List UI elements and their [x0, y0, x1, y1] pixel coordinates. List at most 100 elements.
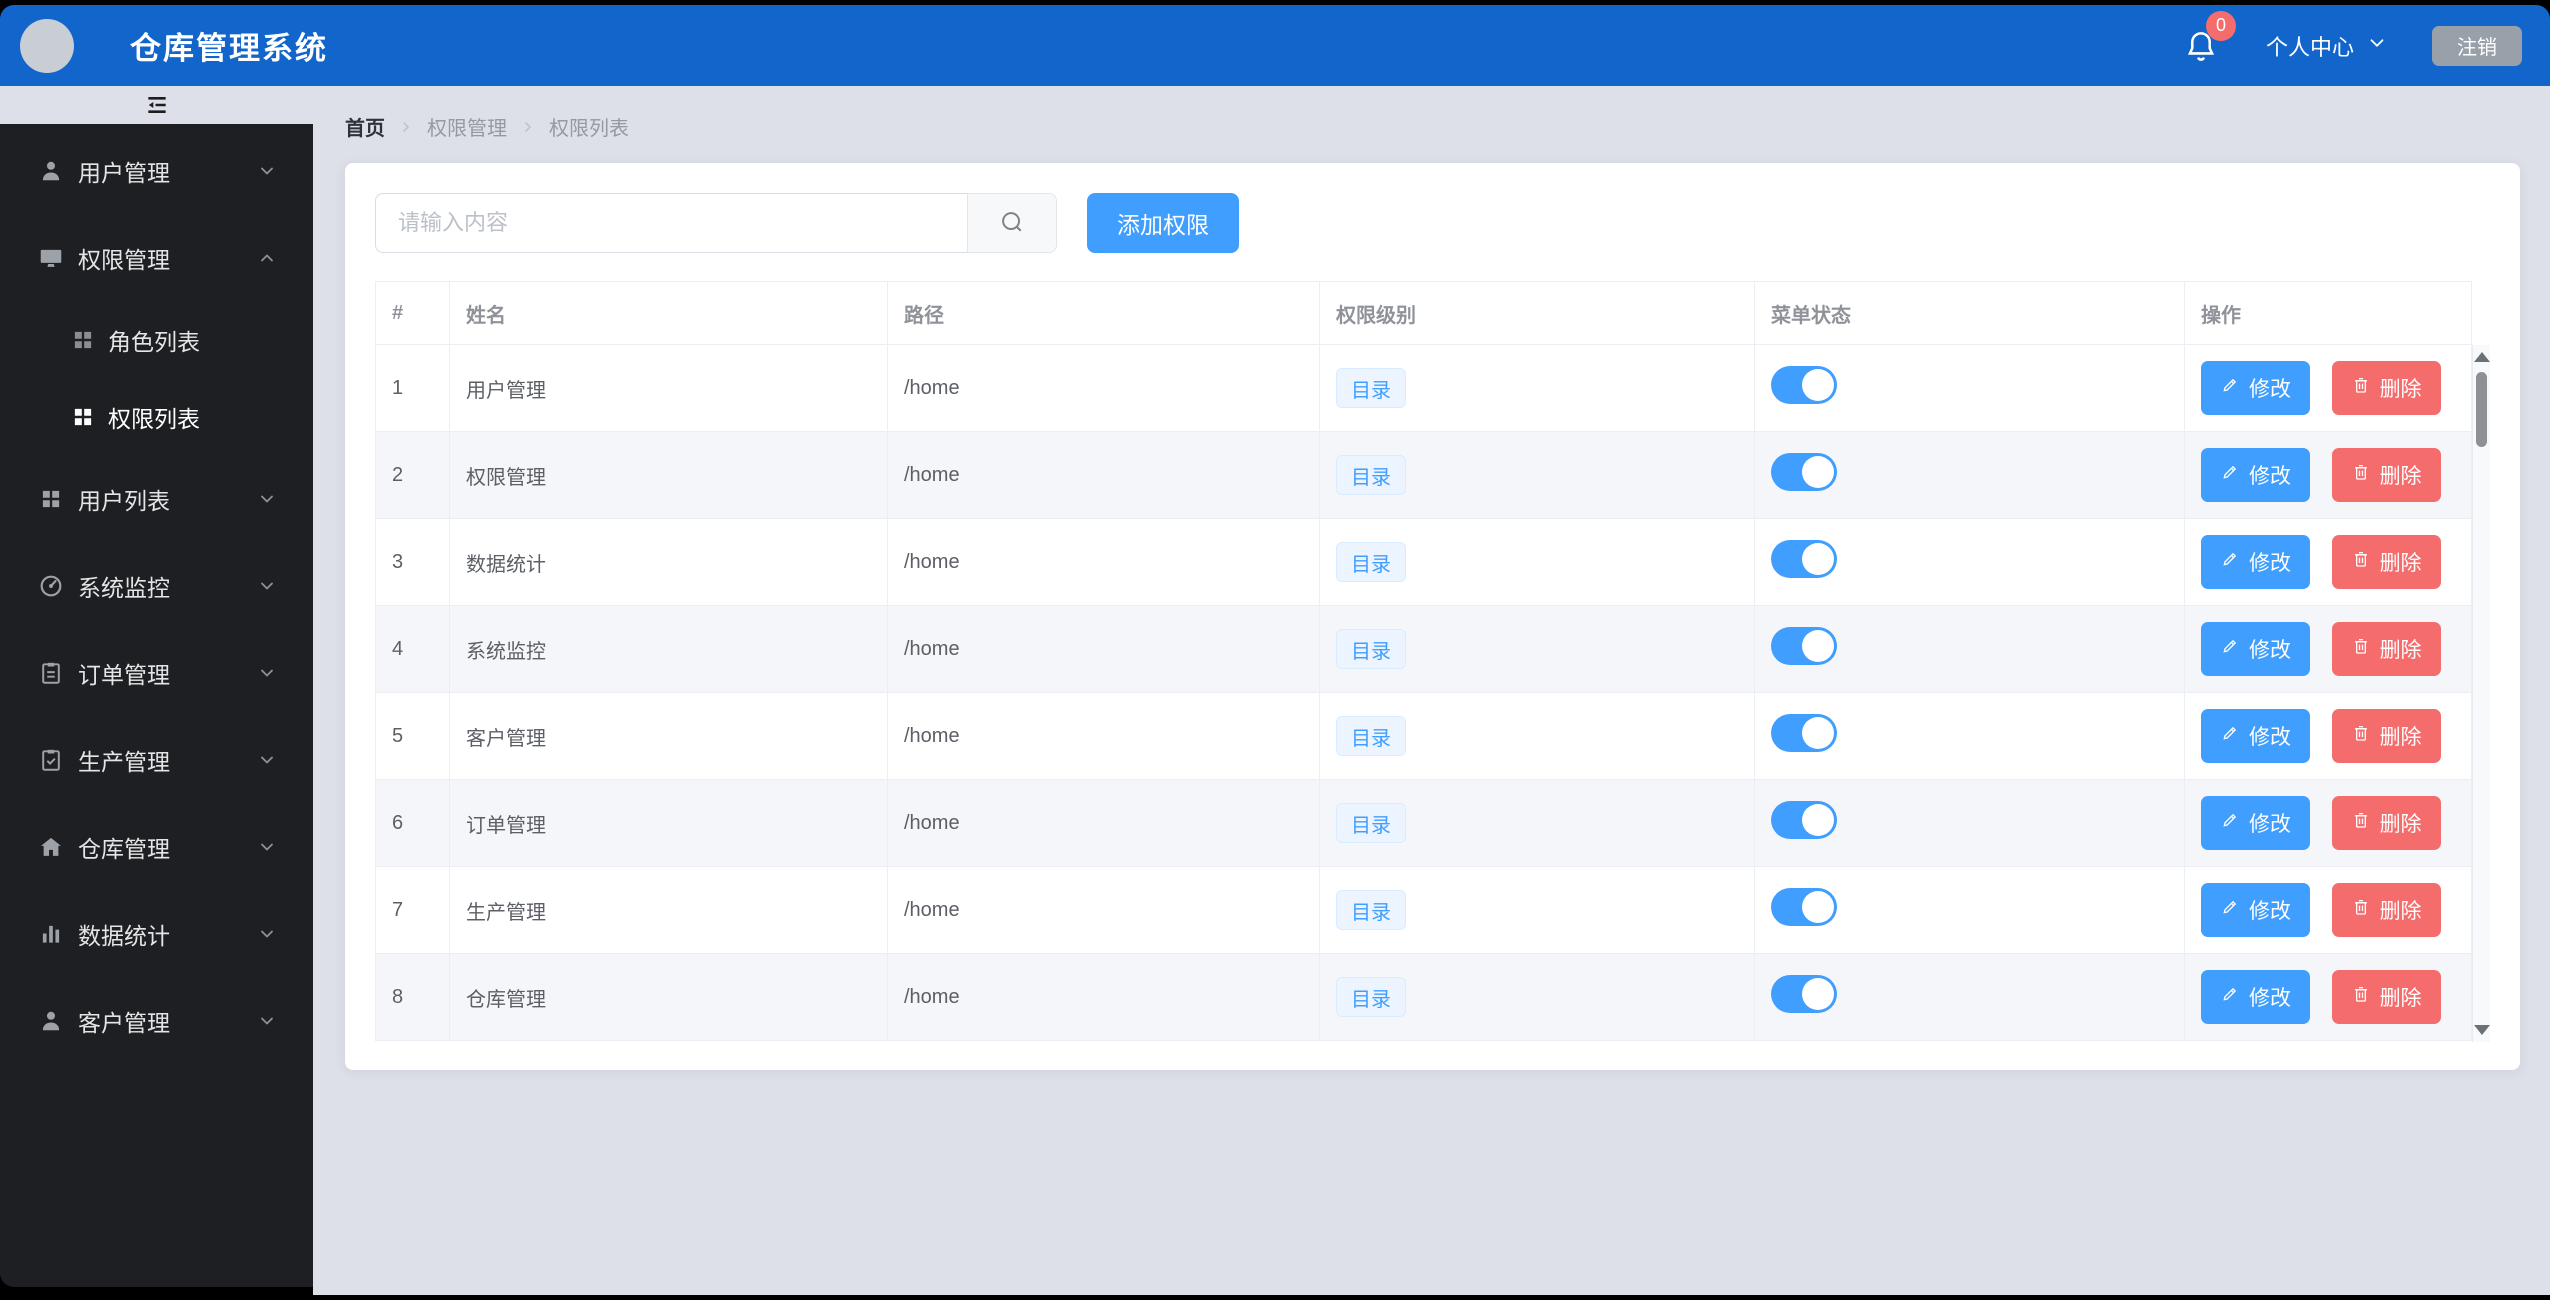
chevron-down-icon: [257, 924, 277, 944]
menu-status-toggle[interactable]: [1771, 540, 1837, 578]
bell-icon: [2182, 31, 2220, 71]
row-index: 5: [375, 692, 450, 780]
edit-button[interactable]: 修改: [2201, 796, 2310, 850]
user-icon: [38, 158, 64, 184]
edit-button-label: 修改: [2249, 726, 2291, 749]
sidebar-item-system-monitor[interactable]: 系统监控: [0, 542, 313, 629]
table-row: 2 权限管理 /home 目录 修改 删除: [375, 431, 2472, 519]
edit-button-label: 修改: [2249, 378, 2291, 401]
breadcrumb: 首页 权限管理 权限列表: [345, 112, 2520, 141]
sidebar-item-warehouse-management[interactable]: 仓库管理: [0, 803, 313, 890]
collapse-sidebar-icon[interactable]: [144, 92, 170, 118]
edit-pencil-icon: [2220, 723, 2240, 749]
delete-button[interactable]: 删除: [2331, 361, 2441, 415]
menu-status-toggle[interactable]: [1771, 801, 1837, 839]
trash-icon: [2351, 462, 2371, 488]
delete-button[interactable]: 删除: [2331, 448, 2441, 502]
delete-button[interactable]: 删除: [2331, 622, 2441, 676]
level-tag: 目录: [1336, 368, 1406, 408]
sidebar-item-user-management[interactable]: 用户管理: [0, 127, 313, 214]
sidebar-item-label: 生产管理: [78, 748, 170, 775]
menu-status-toggle[interactable]: [1771, 888, 1837, 926]
edit-button[interactable]: 修改: [2201, 970, 2310, 1024]
add-permission-button[interactable]: 添加权限: [1087, 193, 1239, 253]
table-scrollbar[interactable]: [2472, 345, 2490, 1042]
edit-button[interactable]: 修改: [2201, 361, 2310, 415]
top-header: 仓库管理系统 0 个人中心 注销: [0, 5, 2550, 86]
sidebar-item-customer-management[interactable]: 客户管理: [0, 977, 313, 1064]
delete-button[interactable]: 删除: [2331, 796, 2441, 850]
sidebar-subitem-permission-list[interactable]: 权限列表: [0, 378, 313, 455]
topbar-right: 0 个人中心 注销: [2182, 10, 2522, 67]
delete-button[interactable]: 删除: [2331, 970, 2441, 1024]
menu-status-toggle[interactable]: [1771, 453, 1837, 491]
logout-button[interactable]: 注销: [2432, 25, 2522, 66]
edit-button[interactable]: 修改: [2201, 622, 2310, 676]
sidebar-subitem-role-list[interactable]: 角色列表: [0, 301, 313, 378]
content-card: 添加权限 # 姓名 路径 权限级别 菜单状: [345, 163, 2520, 1070]
permission-name: 用户管理: [449, 344, 888, 432]
sidebar-item-label: 仓库管理: [78, 835, 170, 862]
edit-button-label: 修改: [2249, 813, 2291, 836]
delete-button-label: 删除: [2379, 465, 2422, 488]
sidebar-top-strip: [0, 86, 313, 124]
trash-icon: [2351, 375, 2371, 401]
delete-button[interactable]: 删除: [2331, 709, 2441, 763]
column-header-actions: 操作: [2184, 281, 2472, 345]
sidebar-item-production-management[interactable]: 生产管理: [0, 716, 313, 803]
edit-button-label: 修改: [2249, 465, 2291, 488]
permission-path: /home: [887, 431, 1320, 519]
sidebar-item-label: 用户列表: [78, 487, 170, 514]
bar-chart-icon: [38, 921, 64, 947]
breadcrumb-item: 权限管理: [427, 118, 507, 140]
edit-button[interactable]: 修改: [2201, 448, 2310, 502]
chevron-down-icon: [257, 161, 277, 181]
menu-status-toggle[interactable]: [1771, 714, 1837, 752]
menu-status-toggle[interactable]: [1771, 366, 1837, 404]
table-row: 1 用户管理 /home 目录 修改 删除: [375, 344, 2472, 432]
level-tag: 目录: [1336, 455, 1406, 495]
edit-pencil-icon: [2220, 984, 2240, 1010]
sidebar-item-user-list[interactable]: 用户列表: [0, 455, 313, 542]
delete-button[interactable]: 删除: [2331, 535, 2441, 589]
sidebar-item-data-statistics[interactable]: 数据统计: [0, 890, 313, 977]
row-index: 3: [375, 518, 450, 606]
scroll-down-arrow[interactable]: [2473, 1025, 2490, 1035]
table-body: 1 用户管理 /home 目录 修改 删除 2 权限管理 /home 目录 修改…: [375, 344, 2472, 1041]
menu-status-toggle[interactable]: [1771, 975, 1837, 1013]
trash-icon: [2351, 897, 2371, 923]
user-center-dropdown[interactable]: 个人中心: [2266, 30, 2388, 62]
search-button[interactable]: [967, 193, 1057, 253]
toggle-knob: [1802, 543, 1834, 575]
user-center-label: 个人中心: [2265, 34, 2354, 60]
delete-button-label: 删除: [2379, 987, 2422, 1010]
breadcrumb-home[interactable]: 首页: [345, 112, 385, 141]
menu-status-toggle[interactable]: [1771, 627, 1837, 665]
notification-bell[interactable]: 0: [2182, 10, 2236, 67]
sidebar-item-label: 用户管理: [78, 159, 170, 186]
edit-button[interactable]: 修改: [2201, 709, 2310, 763]
avatar[interactable]: [20, 18, 74, 73]
permission-path: /home: [887, 344, 1320, 432]
search-input[interactable]: [375, 193, 967, 253]
chevron-down-icon: [2366, 32, 2388, 60]
edit-button[interactable]: 修改: [2201, 535, 2310, 589]
sidebar-item-order-management[interactable]: 订单管理: [0, 629, 313, 716]
sidebar-item-label: 客户管理: [78, 1009, 170, 1036]
permission-path: /home: [887, 605, 1320, 693]
sidebar-item-permission-management[interactable]: 权限管理: [0, 214, 313, 301]
delete-button[interactable]: 删除: [2331, 883, 2441, 937]
row-index: 7: [375, 866, 450, 954]
permissions-table: # 姓名 路径 权限级别 菜单状态 操作 1 用户管理 /home 目录 修改 …: [375, 281, 2490, 1042]
edit-button[interactable]: 修改: [2201, 883, 2310, 937]
row-index: 1: [375, 344, 450, 432]
column-header-index: #: [375, 281, 450, 345]
row-index: 4: [375, 605, 450, 693]
trash-icon: [2351, 810, 2371, 836]
table-row: 4 系统监控 /home 目录 修改 删除: [375, 605, 2472, 693]
sidebar-item-label: 系统监控: [78, 574, 170, 601]
permission-path: /home: [887, 692, 1320, 780]
scroll-up-arrow[interactable]: [2473, 352, 2490, 362]
scrollbar-thumb[interactable]: [2476, 372, 2487, 447]
home-icon: [38, 834, 64, 860]
